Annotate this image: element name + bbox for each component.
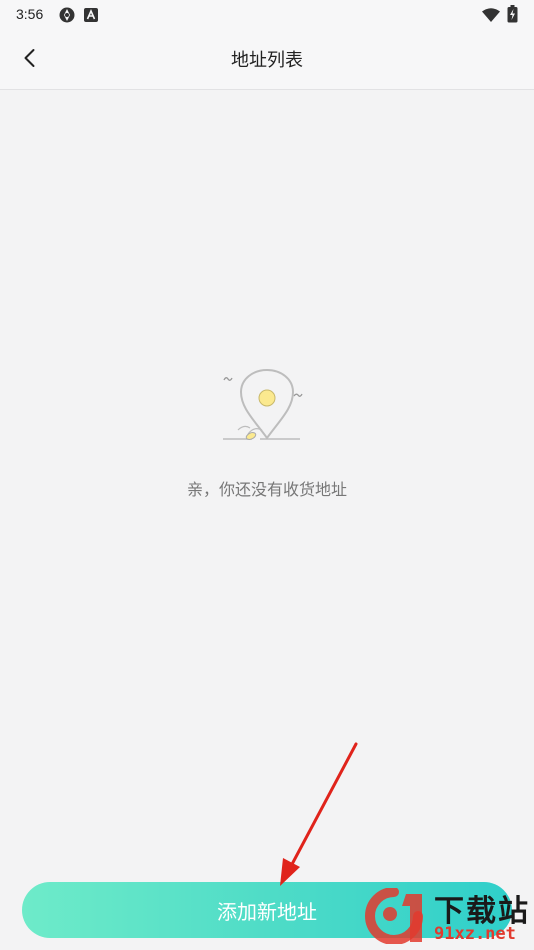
- map-pin-empty-icon: [218, 364, 308, 452]
- watermark-site: 91xz.net: [434, 924, 516, 944]
- watermark: 下载站 91xz.net: [360, 884, 530, 946]
- battery-charging-icon: [507, 5, 518, 27]
- page-title: 地址列表: [231, 50, 303, 71]
- annotation-arrow-icon: [280, 742, 358, 886]
- empty-state-message: 亲，你还没有收货地址: [186, 480, 347, 499]
- status-bar: 3:56: [0, 0, 534, 28]
- a-badge-icon: [84, 7, 98, 26]
- status-time: 3:56: [16, 6, 44, 22]
- wifi-icon: [482, 7, 500, 26]
- nav-bar: 地址列表: [0, 28, 534, 90]
- watermark-logo-icon: [365, 888, 423, 944]
- sync-icon: [58, 6, 76, 28]
